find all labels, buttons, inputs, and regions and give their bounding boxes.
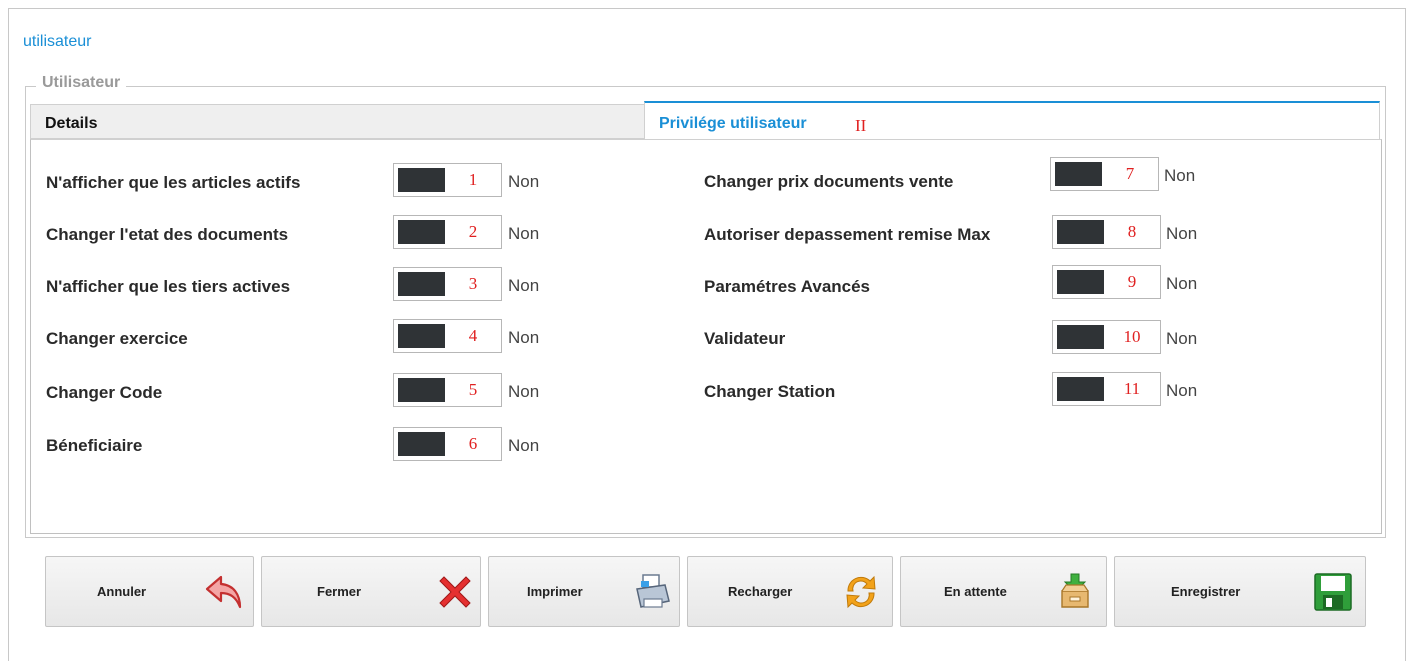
toggle-number: 6	[468, 434, 478, 453]
toggle-change-sale-price[interactable]: 7	[1050, 157, 1159, 191]
toggle-number: 2	[468, 222, 478, 241]
print-button-label: Imprimer	[527, 584, 583, 599]
toggle-number: 4	[468, 326, 478, 345]
label-validator: Validateur	[704, 329, 786, 348]
toggle-change-exercise[interactable]: 4	[393, 319, 502, 353]
label-change-exercise: Changer exercice	[46, 329, 188, 348]
save-button[interactable]: Enregistrer	[1114, 556, 1366, 627]
toggle-active-tiers[interactable]: 3	[393, 267, 502, 301]
toggle-knob	[1057, 325, 1104, 349]
close-button-label: Fermer	[317, 584, 362, 599]
toggle-change-station[interactable]: 11	[1052, 372, 1161, 406]
toggle-number: 11	[1123, 379, 1141, 398]
toggle-knob	[1057, 377, 1104, 401]
label-active-tiers: N'afficher que les tiers actives	[46, 277, 291, 296]
tab-privileges-label: Privilége utilisateur	[659, 115, 807, 132]
label-allow-max-discount: Autoriser depassement remise Max	[704, 225, 991, 244]
toggle-allow-max-discount[interactable]: 8	[1052, 215, 1161, 249]
page-title: utilisateur	[23, 33, 92, 50]
close-button[interactable]: Fermer	[261, 556, 481, 627]
value-change-doc-state: Non	[508, 224, 540, 243]
value-allow-max-discount: Non	[1166, 224, 1198, 243]
value-change-exercise: Non	[508, 328, 540, 347]
tab-details[interactable]: Details	[30, 104, 644, 139]
label-active-articles: N'afficher que les articles actifs	[46, 173, 301, 192]
pending-button-label: En attente	[944, 584, 1007, 599]
toggle-beneficiary[interactable]: 6	[393, 427, 502, 461]
cancel-button-label: Annuler	[97, 584, 147, 599]
close-x-icon	[439, 576, 471, 608]
toggle-active-articles[interactable]: 1	[393, 163, 502, 197]
value-beneficiary: Non	[508, 436, 540, 455]
undo-arrow-icon	[205, 575, 242, 609]
toggle-number: 8	[1127, 222, 1137, 241]
tab-marker: II	[855, 116, 867, 135]
tab-user-privileges[interactable]: Privilége utilisateur II	[644, 101, 1380, 139]
toggle-knob	[398, 432, 445, 456]
toggle-validator[interactable]: 10	[1052, 320, 1161, 354]
refresh-icon	[846, 575, 876, 609]
label-change-code: Changer Code	[46, 383, 163, 402]
toggle-number: 9	[1127, 272, 1137, 291]
cancel-button[interactable]: Annuler	[45, 556, 254, 627]
toggle-knob	[398, 378, 445, 402]
tab-details-label: Details	[45, 115, 98, 132]
toggle-number: 10	[1123, 327, 1141, 346]
floppy-save-icon	[1314, 573, 1352, 611]
toggle-change-doc-state[interactable]: 2	[393, 215, 502, 249]
value-change-station: Non	[1166, 381, 1198, 400]
label-change-doc-state: Changer l'etat des documents	[46, 225, 289, 244]
toggle-knob	[398, 220, 445, 244]
toggle-knob	[1057, 220, 1104, 244]
value-validator: Non	[1166, 329, 1198, 348]
toggle-change-code[interactable]: 5	[393, 373, 502, 407]
toggle-number: 1	[468, 170, 478, 189]
label-beneficiary: Béneficiaire	[46, 436, 143, 455]
print-button[interactable]: Imprimer	[488, 556, 680, 627]
pending-button[interactable]: En attente	[900, 556, 1107, 627]
toggle-number: 5	[468, 380, 478, 399]
value-active-tiers: Non	[508, 276, 540, 295]
printer-icon	[636, 574, 670, 608]
toggle-knob	[1057, 270, 1104, 294]
toggle-knob	[398, 272, 445, 296]
label-advanced-settings: Paramétres Avancés	[704, 277, 871, 296]
value-active-articles: Non	[508, 172, 540, 191]
save-button-label: Enregistrer	[1171, 584, 1241, 599]
value-change-code: Non	[508, 382, 540, 401]
label-change-station: Changer Station	[704, 382, 836, 401]
fieldset-legend: Utilisateur	[36, 74, 127, 92]
reload-button[interactable]: Recharger	[687, 556, 893, 627]
toggle-knob	[398, 324, 445, 348]
toggle-number: 3	[468, 274, 478, 293]
toggle-advanced-settings[interactable]: 9	[1052, 265, 1161, 299]
value-advanced-settings: Non	[1166, 274, 1198, 293]
label-change-sale-price: Changer prix documents vente	[704, 172, 954, 191]
toggle-knob	[398, 168, 445, 192]
value-change-sale-price: Non	[1164, 166, 1196, 185]
reload-button-label: Recharger	[728, 584, 793, 599]
inbox-download-icon	[1061, 573, 1089, 608]
toggle-knob	[1055, 162, 1102, 186]
toggle-number: 7	[1125, 164, 1135, 183]
